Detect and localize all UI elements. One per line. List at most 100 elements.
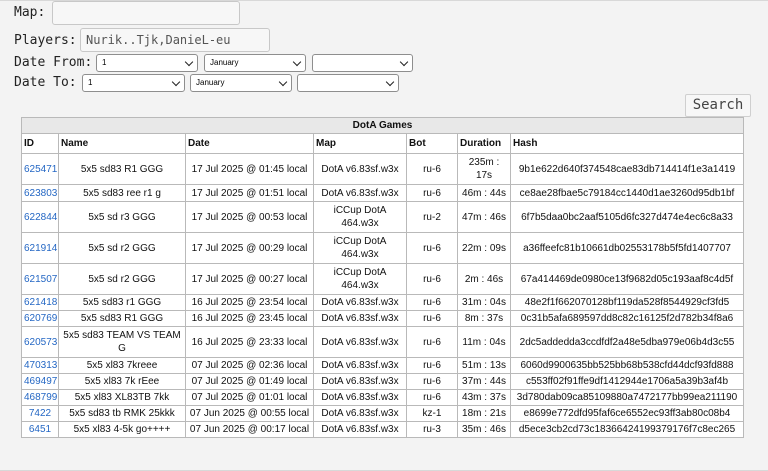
chevron-down-icon: [399, 57, 409, 67]
game-id-link[interactable]: 468799: [21, 389, 59, 406]
game-hash: 67a414469de0980ce13f9682d05c193aaf8c4d5f: [509, 263, 745, 295]
column-header-date: Date: [185, 133, 314, 154]
game-name: 5x5 sd r3 GGG: [58, 201, 186, 233]
game-map: DotA v6.83sf.w3x: [313, 421, 407, 438]
game-date: 17 Jul 2025 @ 00:27 local: [185, 263, 314, 295]
game-id-link[interactable]: 625471: [21, 153, 59, 185]
game-bot: ru-6: [406, 389, 458, 406]
column-header-map: Map: [313, 133, 407, 154]
date-from-day-select[interactable]: 1: [96, 54, 198, 72]
table-row: 621418 5x5 sd83 r1 GGG 16 Jul 2025 @ 23:…: [21, 294, 745, 311]
game-bot: kz-1: [406, 405, 458, 422]
game-bot: ru-6: [406, 232, 458, 264]
game-date: 17 Jul 2025 @ 00:29 local: [185, 232, 314, 264]
game-bot: ru-6: [406, 294, 458, 311]
game-date: 16 Jul 2025 @ 23:45 local: [185, 310, 314, 327]
game-id-link[interactable]: 623803: [21, 184, 59, 202]
date-to-month-select[interactable]: January: [190, 74, 292, 92]
date-from-month-value: January: [210, 58, 239, 67]
game-bot: ru-6: [406, 184, 458, 202]
game-date: 17 Jul 2025 @ 01:51 local: [185, 184, 314, 202]
game-id-link[interactable]: 621914: [21, 232, 59, 264]
column-header-id: ID: [21, 133, 59, 154]
game-bot: ru-6: [406, 357, 458, 374]
game-name: 5x5 sd83 R1 GGG: [58, 153, 186, 185]
game-duration: 35m : 46s: [457, 421, 511, 438]
game-id-link[interactable]: 620573: [21, 326, 59, 358]
game-map: DotA v6.83sf.w3x: [313, 153, 407, 185]
game-id-link[interactable]: 7422: [21, 405, 59, 422]
game-duration: 37m : 44s: [457, 373, 511, 390]
date-to-year-select[interactable]: [297, 74, 399, 92]
game-map: DotA v6.83sf.w3x: [313, 184, 407, 202]
game-hash: e8699e772dfd95faf6ce6552ec93ff3ab80c08b4: [509, 405, 745, 422]
table-row: 469497 5x5 xl83 7k rEee 07 Jul 2025 @ 01…: [21, 373, 745, 390]
game-hash: 9b1e622d640f374548cae83db714414f1e3a1419: [509, 153, 745, 185]
game-hash: c553ff02f91ffe9df1412944e1706a5a39b3af4b: [509, 373, 745, 390]
date-from-label: Date From:: [14, 55, 93, 70]
game-id-link[interactable]: 469497: [21, 373, 59, 390]
game-date: 17 Jul 2025 @ 00:53 local: [185, 201, 314, 233]
game-name: 5x5 sd83 tb RMK 25kkk: [58, 405, 186, 422]
game-name: 5x5 sd r2 GGG: [58, 232, 186, 264]
chevron-down-icon: [292, 57, 302, 67]
column-header-duration: Duration: [457, 133, 511, 154]
game-duration: 31m : 04s: [457, 294, 511, 311]
search-button[interactable]: Search: [685, 94, 751, 117]
game-id-link[interactable]: 622844: [21, 201, 59, 233]
game-hash: ce8ae28fbae5c79184cc1440d1ae3260d95db1bf: [509, 184, 745, 202]
game-name: 5x5 sd r2 GGG: [58, 263, 186, 295]
game-duration: 47m : 46s: [457, 201, 511, 233]
game-id-link[interactable]: 6451: [21, 421, 59, 438]
game-name: 5x5 xl83 7k rEee: [58, 373, 186, 390]
game-id-link[interactable]: 620769: [21, 310, 59, 327]
game-map: iCCup DotA 464.w3x: [313, 232, 407, 264]
chevron-down-icon: [171, 77, 181, 87]
game-duration: 51m : 13s: [457, 357, 511, 374]
game-duration: 22m : 09s: [457, 232, 511, 264]
game-date: 07 Jul 2025 @ 01:49 local: [185, 373, 314, 390]
game-duration: 43m : 37s: [457, 389, 511, 406]
game-map: DotA v6.83sf.w3x: [313, 389, 407, 406]
game-id-link[interactable]: 470313: [21, 357, 59, 374]
game-map: DotA v6.83sf.w3x: [313, 373, 407, 390]
game-date: 07 Jul 2025 @ 02:36 local: [185, 357, 314, 374]
game-name: 5x5 xl83 7kreee: [58, 357, 186, 374]
game-hash: 6060d9900635bb525bb68b538cfd44dcf93fd888: [509, 357, 745, 374]
players-input[interactable]: Nurik..Tjk,DanieL-eu: [80, 28, 270, 52]
game-bot: ru-6: [406, 310, 458, 327]
game-date: 07 Jun 2025 @ 00:17 local: [185, 421, 314, 438]
table-row: 620769 5x5 sd83 R1 GGG 16 Jul 2025 @ 23:…: [21, 310, 745, 327]
game-bot: ru-2: [406, 201, 458, 233]
game-hash: 3d780dab09ca85109880a7472177bb99ea211190: [509, 389, 745, 406]
column-header-hash: Hash: [509, 133, 745, 154]
game-map: DotA v6.83sf.w3x: [313, 405, 407, 422]
game-bot: ru-6: [406, 326, 458, 358]
chevron-down-icon: [278, 77, 288, 87]
table-row: 620573 5x5 sd83 TEAM VS TEAM G 16 Jul 20…: [21, 326, 745, 358]
chevron-down-icon: [385, 77, 395, 87]
table-row: 470313 5x5 xl83 7kreee 07 Jul 2025 @ 02:…: [21, 357, 745, 374]
date-to-day-select[interactable]: 1: [82, 74, 185, 92]
game-date: 17 Jul 2025 @ 01:45 local: [185, 153, 314, 185]
date-to-label: Date To:: [14, 75, 77, 90]
date-from-month-select[interactable]: January: [204, 54, 306, 72]
map-label: Map:: [14, 5, 46, 20]
map-input[interactable]: [52, 1, 240, 25]
table-row: 621507 5x5 sd r2 GGG 17 Jul 2025 @ 00:27…: [21, 263, 745, 295]
game-duration: 46m : 44s: [457, 184, 511, 202]
game-hash: 48e2f1f662070128bf119da528f8544929cf3fd5: [509, 294, 745, 311]
date-from-year-select[interactable]: [312, 54, 413, 72]
game-id-link[interactable]: 621507: [21, 263, 59, 295]
game-bot: ru-3: [406, 421, 458, 438]
game-map: iCCup DotA 464.w3x: [313, 201, 407, 233]
game-map: DotA v6.83sf.w3x: [313, 310, 407, 327]
game-date: 16 Jul 2025 @ 23:54 local: [185, 294, 314, 311]
date-to-day-value: 1: [88, 78, 93, 87]
game-map: DotA v6.83sf.w3x: [313, 357, 407, 374]
game-duration: 11m : 04s: [457, 326, 511, 358]
game-id-link[interactable]: 621418: [21, 294, 59, 311]
game-bot: ru-6: [406, 263, 458, 295]
column-header-bot: Bot: [406, 133, 458, 154]
game-bot: ru-6: [406, 373, 458, 390]
